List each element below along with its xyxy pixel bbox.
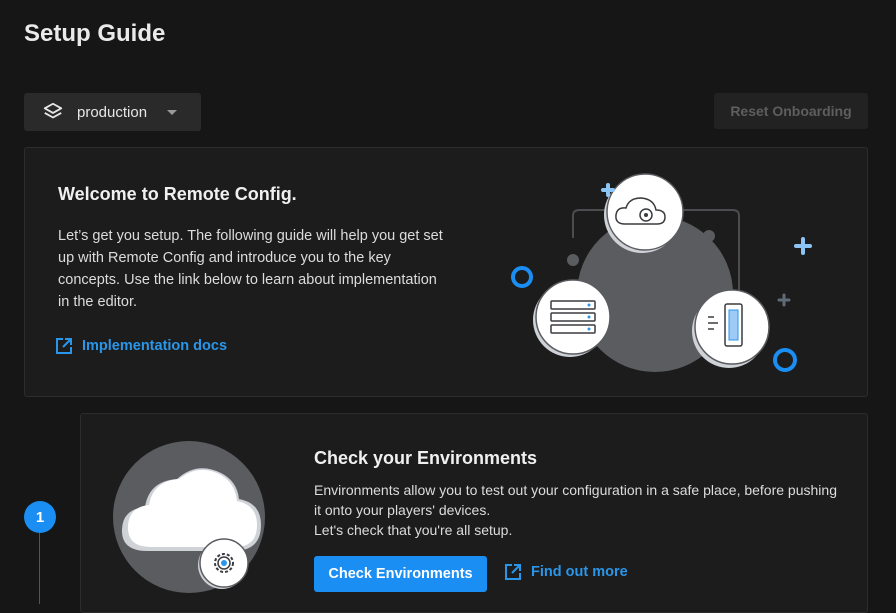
welcome-body: Let’s get you setup. The following guide…: [58, 228, 443, 310]
step-title: Check your Environments: [314, 448, 538, 468]
implementation-docs-label: Implementation docs: [82, 338, 228, 354]
welcome-title: Welcome to Remote Config.: [58, 184, 297, 204]
step-description-line-1: Environments allow you to test out your …: [314, 482, 837, 518]
remote-config-illustration: [511, 173, 812, 372]
layers-icon: [43, 102, 63, 119]
external-link-icon: [505, 564, 521, 580]
page-title: Setup Guide: [24, 20, 166, 47]
environment-dropdown[interactable]: production: [24, 93, 201, 131]
environment-value: production: [77, 103, 148, 121]
step-description: Environments allow you to test out your …: [314, 480, 844, 540]
reset-onboarding-button[interactable]: Reset Onboarding: [714, 93, 868, 129]
welcome-card: Welcome to Remote Config. Let’s get you …: [24, 147, 868, 397]
check-environments-button[interactable]: Check Environments: [314, 556, 487, 592]
step-number-badge: 1: [24, 501, 56, 533]
external-link-icon: [56, 338, 72, 354]
find-out-more-label: Find out more: [531, 564, 628, 580]
cloud-settings-illustration: [113, 441, 265, 593]
step-connector-line: [39, 533, 40, 604]
chevron-down-icon: [167, 109, 177, 115]
check-environments-card: Check your Environments Environments all…: [80, 413, 868, 613]
implementation-docs-link[interactable]: Implementation docs: [55, 337, 227, 355]
find-out-more-link[interactable]: Find out more: [504, 563, 628, 581]
step-description-line-2: Let's check that you're all setup.: [314, 522, 513, 538]
